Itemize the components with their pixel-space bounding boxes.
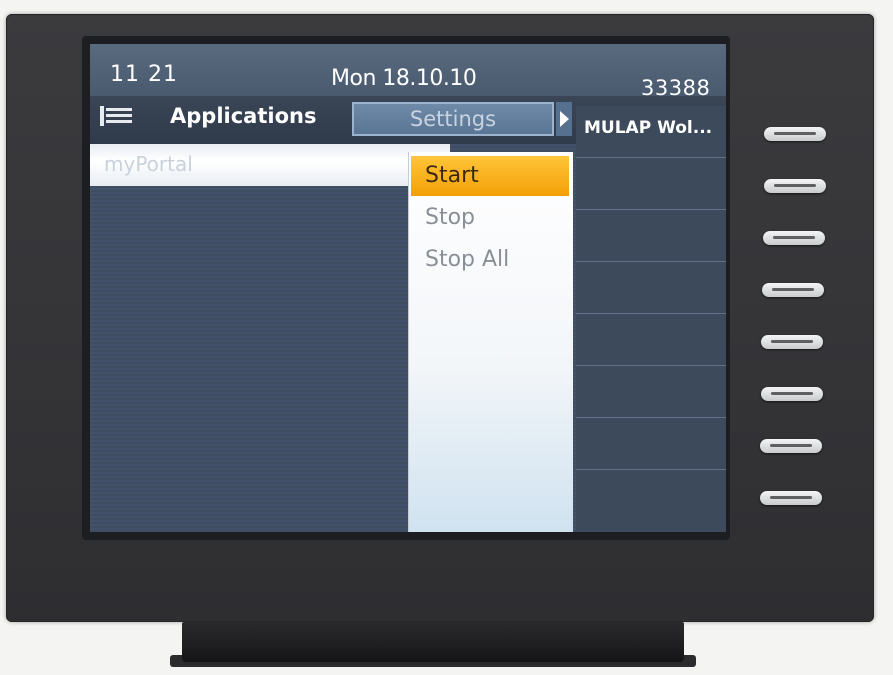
- function-key-label-7[interactable]: [576, 418, 726, 470]
- menu-item-stop-all[interactable]: Stop All: [411, 240, 569, 280]
- hardware-key-2[interactable]: [764, 179, 826, 193]
- function-key-label-6[interactable]: [576, 366, 726, 418]
- function-key-text: MULAP Wol...: [584, 118, 713, 138]
- list-item-label: myPortal: [104, 152, 193, 176]
- hardware-key-1[interactable]: [764, 127, 826, 141]
- hardware-key-4[interactable]: [762, 283, 824, 297]
- menu-item-start[interactable]: Start: [411, 156, 569, 196]
- context-menu: Start Stop Stop All: [408, 152, 573, 532]
- tab-applications[interactable]: Applications: [142, 98, 347, 134]
- status-bar: 11 21 Mon 18.10.10 33388: [90, 44, 726, 100]
- function-key-label-3[interactable]: [576, 210, 726, 262]
- hardware-key-7[interactable]: [760, 439, 822, 453]
- function-key-label-5[interactable]: [576, 314, 726, 366]
- hardware-key-6[interactable]: [761, 387, 823, 401]
- hardware-key-8[interactable]: [760, 491, 822, 505]
- tab-settings[interactable]: Settings: [352, 102, 554, 136]
- display-screen: 11 21 Mon 18.10.10 33388 Applications Se…: [90, 44, 726, 532]
- phone-stand: [182, 622, 684, 662]
- menu-list-icon[interactable]: [96, 102, 136, 130]
- triangle-right-icon[interactable]: [556, 102, 572, 136]
- menu-item-stop[interactable]: Stop: [411, 198, 569, 238]
- status-time: 11 21: [110, 62, 178, 87]
- function-key-label-8[interactable]: [576, 470, 726, 522]
- function-key-panel: MULAP Wol...: [576, 106, 726, 532]
- function-key-label-1[interactable]: MULAP Wol...: [576, 106, 726, 158]
- hardware-key-5[interactable]: [761, 335, 823, 349]
- function-key-label-4[interactable]: [576, 262, 726, 314]
- list-item[interactable]: myPortal: [90, 144, 450, 186]
- hardware-key-3[interactable]: [763, 231, 825, 245]
- status-date: Mon 18.10.10: [331, 66, 477, 91]
- function-key-label-2[interactable]: [576, 158, 726, 210]
